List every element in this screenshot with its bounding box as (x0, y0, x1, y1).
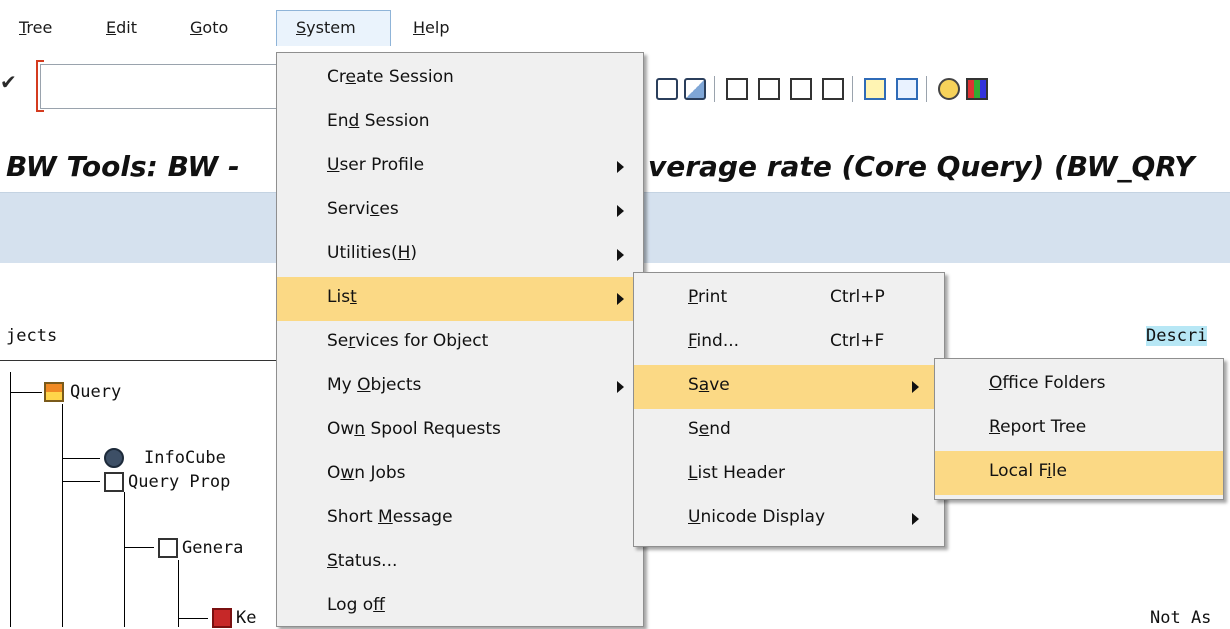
general-icon (158, 538, 178, 558)
submenu-arrow-icon (617, 249, 624, 261)
tree-node-query-properties[interactable]: Query Prop (128, 472, 230, 492)
assignment-status-text: Not As (1150, 608, 1212, 628)
menu-item-send[interactable]: Send (634, 409, 944, 453)
menu-item-status[interactable]: Status... (277, 541, 643, 585)
tree-line (62, 404, 63, 627)
tree-line (124, 547, 154, 548)
menu-bar: Tree Edit Goto System Help (0, 0, 1230, 50)
menu-tree[interactable]: Tree (19, 18, 52, 37)
page-title-left: BW Tools: BW - (6, 150, 240, 183)
tree-node-keyfigure[interactable]: Ke (236, 608, 256, 628)
tree-line (10, 392, 42, 393)
shortcut-print: Ctrl+P (830, 287, 885, 307)
query-icon (44, 382, 64, 402)
tree-line (178, 618, 208, 619)
menu-item-services[interactable]: Services (277, 189, 643, 233)
menu-item-unicode-display[interactable]: Unicode Display (634, 497, 944, 541)
keyfigure-icon (212, 608, 232, 628)
previous-page-icon[interactable] (758, 78, 780, 100)
submenu-arrow-icon (617, 293, 624, 305)
menu-help[interactable]: Help (413, 18, 449, 37)
shortcut-icon[interactable] (896, 78, 918, 100)
submenu-arrow-icon (617, 205, 624, 217)
menu-item-list-header[interactable]: List Header (634, 453, 944, 497)
menu-item-local-file[interactable]: Local File (935, 451, 1223, 495)
list-submenu: Print Ctrl+P Find... Ctrl+F Save Send Li… (633, 272, 945, 547)
menu-edit[interactable]: Edit (106, 18, 137, 37)
page-title-right: verage rate (Core Query) (BW_QRY (648, 150, 1195, 183)
find-icon[interactable] (656, 78, 678, 100)
tree-line (62, 458, 100, 459)
toolbar-separator (852, 76, 853, 102)
customize-layout-icon[interactable] (966, 78, 988, 100)
toolbar-separator (926, 76, 927, 102)
tree-column-header: jects (6, 326, 58, 346)
menu-item-own-jobs[interactable]: Own Jobs (277, 453, 643, 497)
tree-node-general[interactable]: Genera (182, 538, 243, 558)
infocube-icon (104, 448, 124, 468)
menu-item-save[interactable]: Save (634, 365, 944, 409)
last-page-icon[interactable] (822, 78, 844, 100)
tree-line (10, 372, 11, 627)
properties-icon (104, 472, 124, 492)
save-submenu: Office Folders Report Tree Local File (934, 358, 1224, 500)
next-page-icon[interactable] (790, 78, 812, 100)
menu-item-list[interactable]: List (277, 277, 643, 321)
menu-item-create-session[interactable]: Create Session (277, 57, 643, 101)
system-menu: Create Session End Session User Profile … (276, 52, 644, 627)
submenu-arrow-icon (912, 513, 919, 525)
submenu-arrow-icon (617, 381, 624, 393)
tree-line (62, 481, 100, 482)
submenu-arrow-icon (617, 161, 624, 173)
toolbar-separator (714, 76, 715, 102)
menu-item-user-profile[interactable]: User Profile (277, 145, 643, 189)
menu-item-end-session[interactable]: End Session (277, 101, 643, 145)
menu-item-office-folders[interactable]: Office Folders (935, 363, 1223, 407)
check-icon[interactable]: ✔ (0, 70, 17, 94)
first-page-icon[interactable] (726, 78, 748, 100)
tree-node-query[interactable]: Query (70, 382, 121, 402)
menu-item-my-objects[interactable]: My Objects (277, 365, 643, 409)
menu-item-log-off[interactable]: Log off (277, 585, 643, 629)
menu-goto[interactable]: Goto (190, 18, 228, 37)
menu-item-short-message[interactable]: Short Message (277, 497, 643, 541)
tree-header-divider (0, 360, 280, 361)
menu-item-services-for-object[interactable]: Services for Object (277, 321, 643, 365)
submenu-arrow-icon (912, 381, 919, 393)
menu-item-report-tree[interactable]: Report Tree (935, 407, 1223, 451)
menu-item-utilities[interactable]: Utilities(H) (277, 233, 643, 277)
help-icon[interactable] (938, 78, 960, 100)
tree-node-infocube[interactable]: InfoCube (144, 448, 226, 468)
menu-item-find[interactable]: Find... Ctrl+F (634, 321, 944, 365)
menu-item-own-spool-requests[interactable]: Own Spool Requests (277, 409, 643, 453)
shortcut-find: Ctrl+F (830, 331, 885, 351)
create-session-icon[interactable] (864, 78, 886, 100)
menu-system[interactable]: System (296, 18, 356, 37)
command-field[interactable] (40, 64, 280, 109)
tree-line (124, 492, 125, 627)
find-next-icon[interactable] (684, 78, 706, 100)
tree-line (178, 560, 179, 627)
description-column-header: Descri (1146, 326, 1208, 346)
menu-item-print[interactable]: Print Ctrl+P (634, 277, 944, 321)
